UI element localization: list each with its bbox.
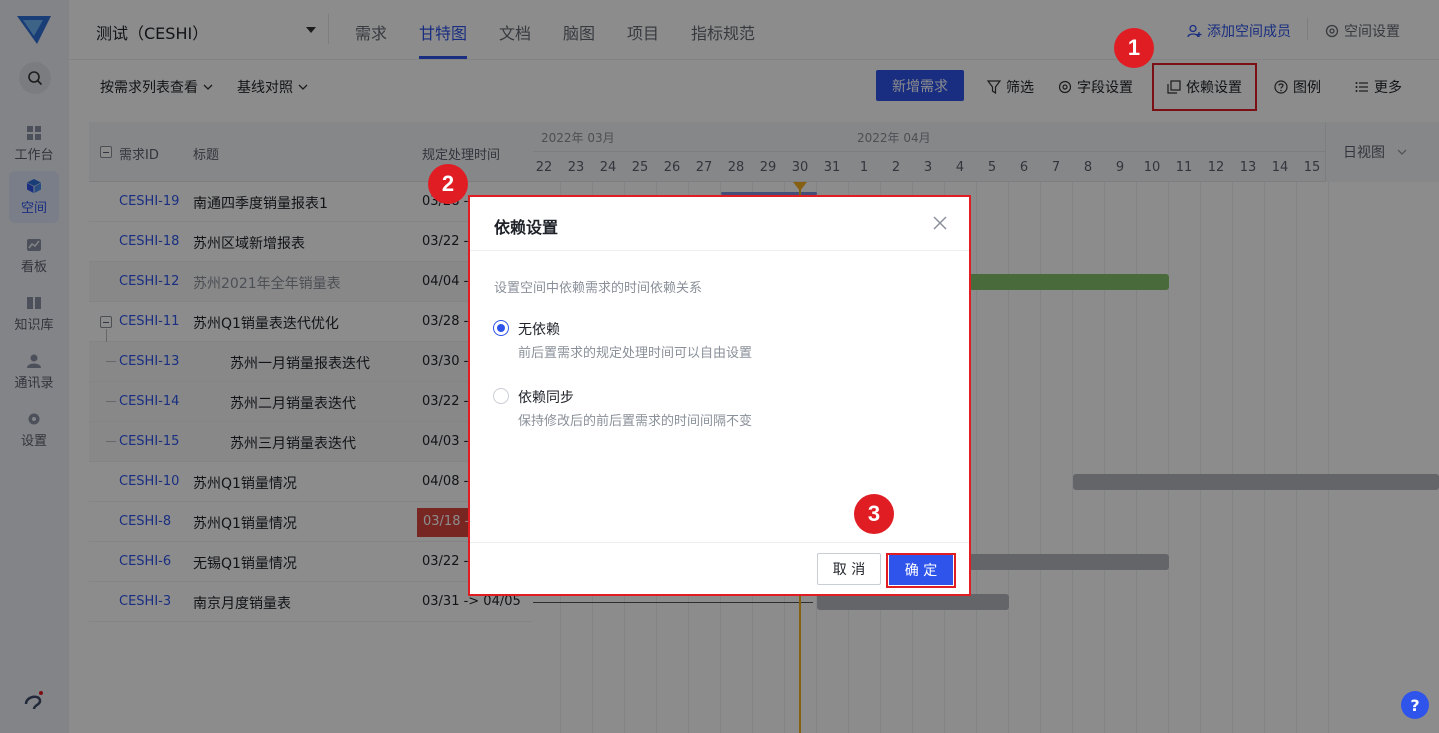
step-marker-1: 1 <box>1114 28 1154 68</box>
dialog-description: 设置空间中依赖需求的时间依赖关系 <box>494 281 703 296</box>
help-button[interactable]: ? <box>1401 691 1429 719</box>
divider <box>470 250 969 251</box>
step-marker-2: 2 <box>428 164 468 204</box>
divider <box>470 542 969 543</box>
radio-no-dependency[interactable] <box>493 320 509 336</box>
radio-hint: 保持修改后的前后置需求的时间间隔不变 <box>518 414 753 429</box>
radio-dependency-sync[interactable] <box>493 388 509 404</box>
confirm-button[interactable]: 确 定 <box>889 555 953 585</box>
cancel-button[interactable]: 取 消 <box>817 553 881 585</box>
radio-label[interactable]: 无依赖 <box>518 319 560 339</box>
dependency-settings-dialog: 依赖设置 设置空间中依赖需求的时间依赖关系 无依赖 前后置需求的规定处理时间可以… <box>468 195 971 596</box>
radio-hint: 前后置需求的规定处理时间可以自由设置 <box>518 346 753 361</box>
step-marker-3: 3 <box>854 494 894 534</box>
dialog-title: 依赖设置 <box>494 218 559 237</box>
radio-label[interactable]: 依赖同步 <box>518 387 574 407</box>
close-icon[interactable] <box>932 215 948 231</box>
